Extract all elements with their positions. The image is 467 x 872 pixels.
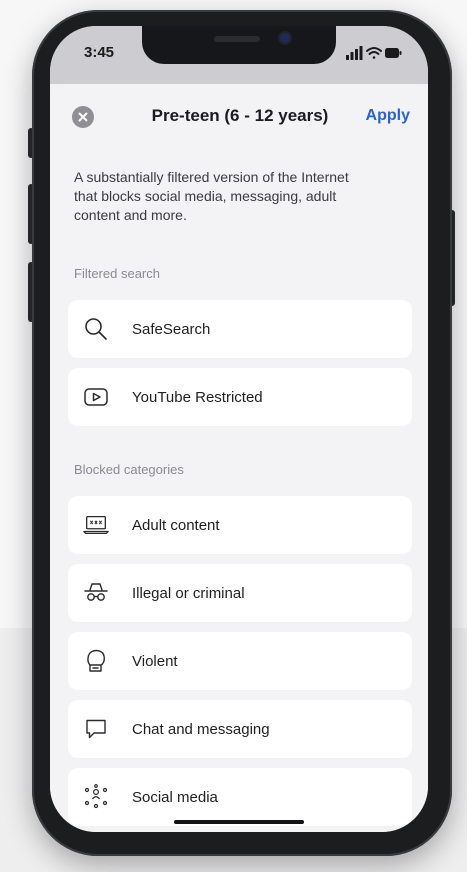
close-button[interactable] <box>72 106 94 128</box>
section-label-filtered-search: Filtered search <box>74 266 160 281</box>
list-item-social-media[interactable]: Social media <box>68 768 412 826</box>
earpiece-speaker <box>214 36 260 42</box>
page-title: Pre-teen (6 - 12 years) <box>151 106 329 125</box>
list-item-label: Adult content <box>132 516 220 534</box>
status-time: 3:45 <box>84 44 115 61</box>
chat-bubble-icon <box>82 715 110 743</box>
profile-description: A substantially filtered version of the … <box>74 169 349 223</box>
home-indicator[interactable] <box>174 820 304 824</box>
list-item-safesearch[interactable]: SafeSearch <box>68 300 412 358</box>
spy-icon <box>82 579 110 607</box>
battery-icon <box>385 48 402 58</box>
list-item-adult-content[interactable]: Adult content <box>68 496 412 554</box>
list-item-label: SafeSearch <box>132 320 211 338</box>
list-item-label: YouTube Restricted <box>132 388 263 406</box>
phone-screen: 3:45 Pre-teen (6 - 12 years) Apply A sub… <box>50 26 428 832</box>
list-item-chat-and-messaging[interactable]: Chat and messaging <box>68 700 412 758</box>
list-item-label: Illegal or criminal <box>132 584 245 602</box>
filter-sheet: Pre-teen (6 - 12 years) Apply A substant… <box>50 84 428 832</box>
sheet-header: Pre-teen (6 - 12 years) Apply <box>50 84 428 142</box>
list-item-youtube-restricted[interactable]: YouTube Restricted <box>68 368 412 426</box>
list-item-illegal-or-criminal[interactable]: Illegal or criminal <box>68 564 412 622</box>
signal-icon <box>346 46 363 60</box>
adult-laptop-icon <box>82 511 110 539</box>
list-item-label: Chat and messaging <box>132 720 270 738</box>
youtube-icon <box>82 383 110 411</box>
status-icons <box>346 46 402 60</box>
list-item-label: Violent <box>132 652 178 670</box>
section-label-blocked-categories: Blocked categories <box>74 462 184 477</box>
front-camera <box>280 33 290 43</box>
close-icon <box>78 112 88 122</box>
apply-button[interactable]: Apply <box>366 107 410 125</box>
search-icon <box>82 315 110 343</box>
list-item-label: Social media <box>132 788 218 806</box>
wifi-icon <box>366 47 382 59</box>
boxing-glove-icon <box>82 647 110 675</box>
list-item-violent[interactable]: Violent <box>68 632 412 690</box>
social-network-icon <box>82 783 110 811</box>
notch <box>142 26 336 64</box>
status-bar: 3:45 <box>50 26 428 84</box>
